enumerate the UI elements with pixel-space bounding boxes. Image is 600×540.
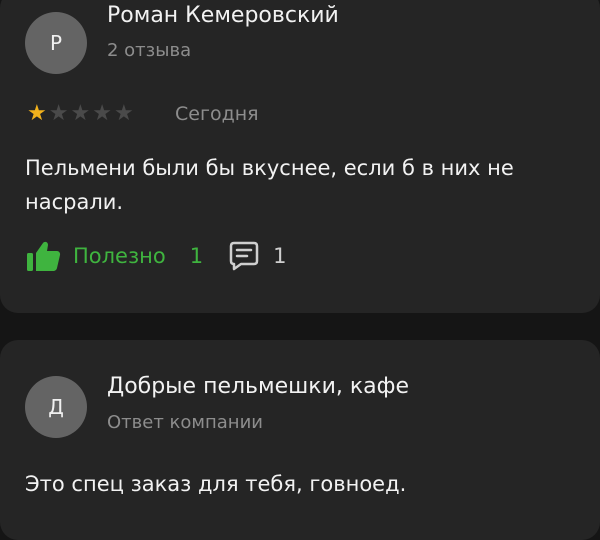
author-review-count: 2 отзыва: [107, 40, 192, 61]
company-reply-card: Д Добрые пельмешки, кафе Ответ компании …: [0, 340, 600, 540]
comment-icon: [229, 241, 259, 271]
author-name[interactable]: Роман Кемеровский: [107, 3, 339, 28]
company-name[interactable]: Добрые пельмешки, кафе: [107, 374, 409, 399]
star-icon: ★: [70, 101, 91, 126]
star-icon: ★: [113, 101, 134, 126]
useful-label: Полезно: [73, 244, 166, 268]
thumbs-up-icon: [27, 241, 61, 271]
useful-count: 1: [189, 244, 204, 268]
comments-button[interactable]: 1: [229, 241, 286, 271]
company-reply-text: Это спец заказ для тебя, говноед.: [25, 472, 407, 496]
useful-button[interactable]: Полезно 1: [25, 240, 203, 272]
author-avatar[interactable]: Р: [25, 12, 87, 74]
star-icon: ★: [27, 101, 47, 126]
star-icon: ★: [92, 101, 112, 126]
company-avatar[interactable]: Д: [25, 376, 87, 438]
review-date: Сегодня: [175, 103, 259, 125]
rating-stars: ★ ★ ★ ★ ★: [27, 103, 134, 125]
comments-count: 1: [273, 244, 287, 268]
star-icon: ★: [48, 101, 69, 126]
company-reply-label: Ответ компании: [107, 412, 263, 433]
review-card: Р Роман Кемеровский 2 отзыва ★ ★ ★ ★ ★ С…: [0, 0, 600, 313]
review-text: Пельмени были бы вкуснее, если б в них н…: [25, 156, 514, 214]
review-actions: Полезно 1 1: [25, 240, 286, 272]
